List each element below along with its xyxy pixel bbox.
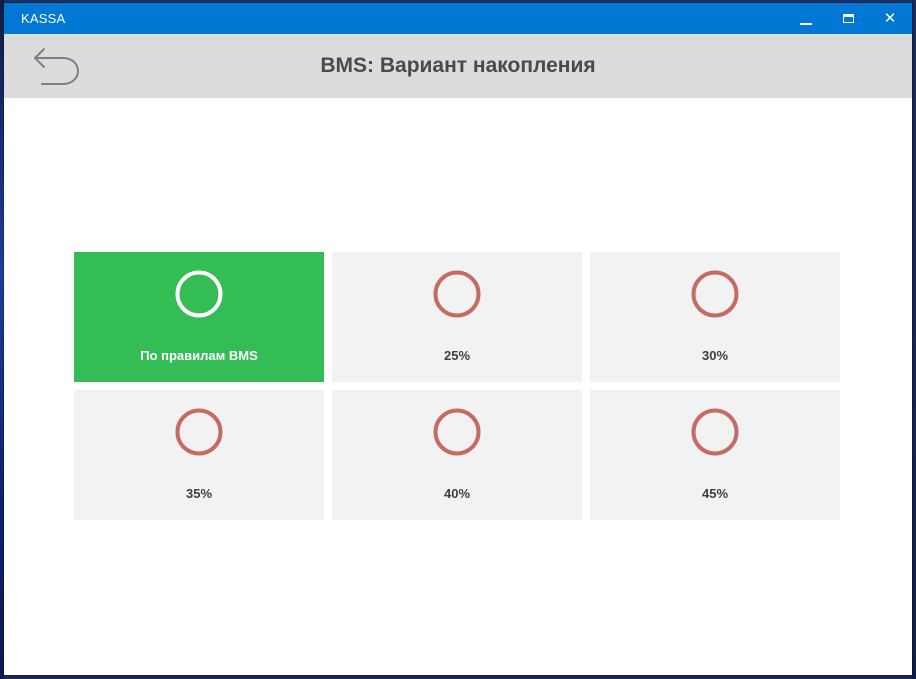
page-title: BMS: Вариант накопления <box>320 54 596 77</box>
close-icon: ✕ <box>883 9 897 27</box>
desktop-background-right <box>912 0 916 679</box>
option-tile[interactable]: 30% <box>590 252 840 382</box>
radio-unselected-icon <box>691 270 739 318</box>
radio-selected-icon <box>175 270 223 318</box>
option-label: 45% <box>701 486 729 501</box>
radio-unselected-icon <box>433 270 481 318</box>
radio-unselected-icon <box>433 408 481 456</box>
minimize-button[interactable] <box>785 3 827 34</box>
option-tile[interactable]: 45% <box>590 390 840 520</box>
back-button[interactable] <box>28 43 84 89</box>
option-tile[interactable]: По правилам BMS <box>74 252 324 382</box>
radio-unselected-icon <box>691 408 739 456</box>
radio-unselected-icon <box>175 408 223 456</box>
window-title: KASSA <box>21 11 66 26</box>
option-label: По правилам BMS <box>140 348 258 363</box>
maximize-icon <box>842 14 854 23</box>
option-label: 35% <box>185 486 213 501</box>
app-window: KASSA ✕ BMS: Вариант накопления По прави… <box>4 3 912 675</box>
minimize-icon <box>800 22 812 25</box>
maximize-button[interactable] <box>827 3 869 34</box>
close-button[interactable]: ✕ <box>869 3 911 34</box>
back-arrow-icon <box>34 48 79 85</box>
page-header: BMS: Вариант накопления <box>4 34 912 98</box>
option-label: 40% <box>443 486 471 501</box>
option-tile[interactable]: 25% <box>332 252 582 382</box>
options-grid: По правилам BMS 25% 30% 35% 40% 45% <box>74 252 840 520</box>
option-label: 30% <box>701 348 729 363</box>
title-bar[interactable]: KASSA ✕ <box>4 3 912 34</box>
option-tile[interactable]: 40% <box>332 390 582 520</box>
option-label: 25% <box>443 348 471 363</box>
option-tile[interactable]: 35% <box>74 390 324 520</box>
